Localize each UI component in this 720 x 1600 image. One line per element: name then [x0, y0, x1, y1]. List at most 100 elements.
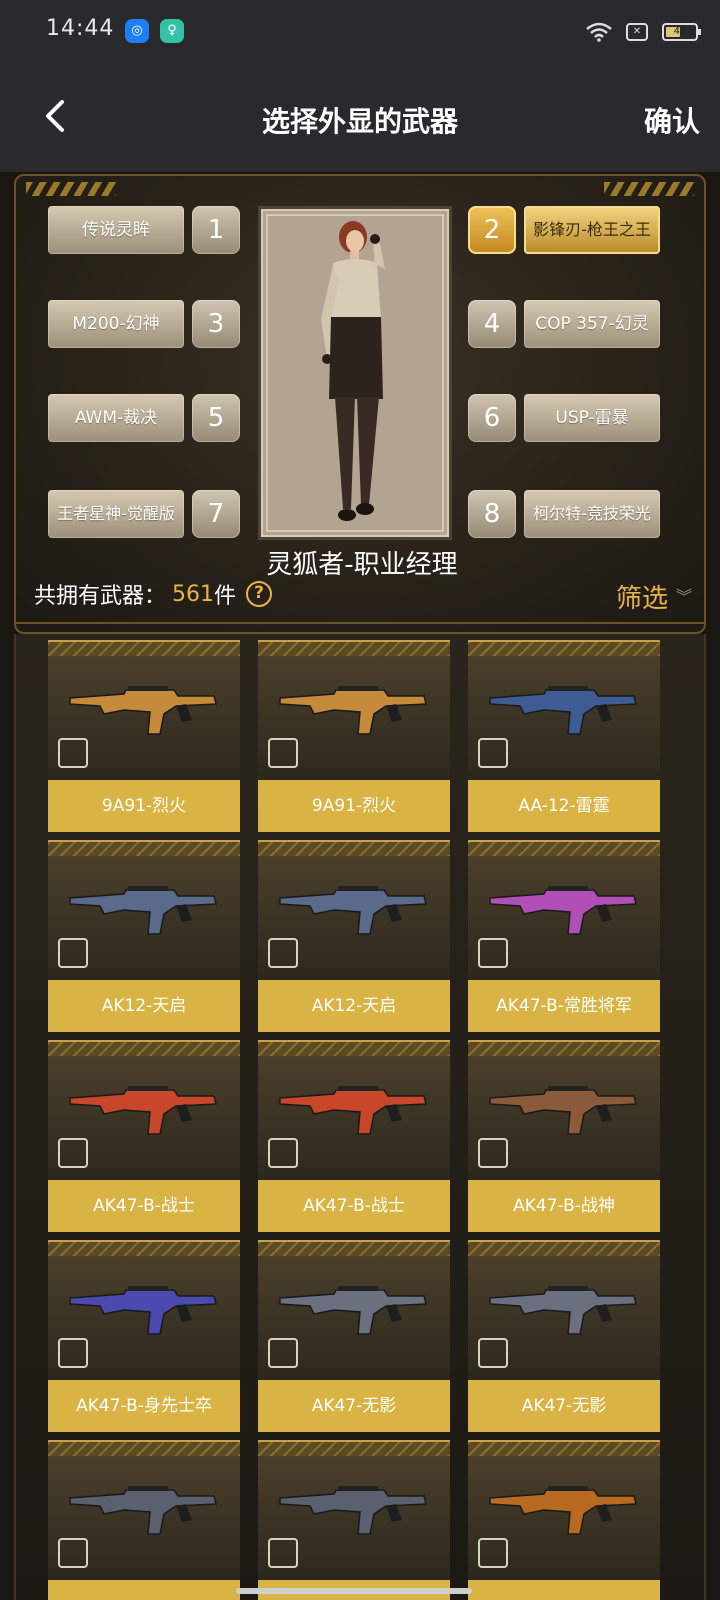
weapon-select-checkbox[interactable] — [58, 938, 88, 968]
weapon-name: AK47-B-常胜将军 — [468, 980, 660, 1032]
weapon-card[interactable]: 9A91-烈火 — [258, 640, 450, 832]
weapon-select-checkbox[interactable] — [268, 938, 298, 968]
status-right: ✕ 46 — [586, 19, 701, 45]
weapon-card[interactable]: AK47-无影 — [258, 1240, 450, 1432]
rifle-icon — [69, 1286, 217, 1335]
slot-4-number[interactable]: 4 — [468, 300, 516, 348]
slot-6-label[interactable]: USP-雷暴 — [524, 394, 660, 442]
weapon-card[interactable]: AK47-B-战士 — [258, 1040, 450, 1232]
panel-decoration — [26, 182, 116, 196]
weapon-select-checkbox[interactable] — [478, 938, 508, 968]
character-portrait — [258, 206, 452, 540]
weapon-name — [468, 1580, 660, 1600]
battery-level: 46 — [673, 26, 687, 37]
character-name: 灵狐者-职业经理 — [266, 550, 458, 580]
wifi-icon — [586, 22, 612, 42]
slot-7-number[interactable]: 7 — [192, 490, 240, 538]
weapon-name: AK47-B-战士 — [48, 1180, 240, 1232]
title-bar: 选择外显的武器 确认 — [0, 64, 720, 172]
weapon-count-value: 561 — [172, 581, 215, 607]
filter-label: 筛选 — [615, 584, 668, 614]
weapon-name — [48, 1580, 240, 1600]
weapon-card[interactable]: AK47-无影 — [468, 1240, 660, 1432]
rifle-icon — [489, 1086, 637, 1135]
weapon-select-checkbox[interactable] — [478, 1538, 508, 1568]
slot-6-number[interactable]: 6 — [468, 394, 516, 442]
rifle-icon — [279, 686, 427, 735]
app-notification-icon: ◎ — [125, 19, 149, 43]
slot-5-label[interactable]: AWM-裁决 — [48, 394, 184, 442]
status-bar: 14:44 ◎ ♀ ✕ 46 — [0, 0, 720, 64]
weapon-card[interactable]: AK47-B-常胜将军 — [468, 840, 660, 1032]
slot-8-label[interactable]: 柯尔特-竞技荣光 — [524, 490, 660, 538]
slot-1-label[interactable]: 传说灵眸 — [48, 206, 184, 254]
weapon-select-checkbox[interactable] — [268, 738, 298, 768]
weapon-count: 共拥有武器： 561 件 ? — [34, 578, 273, 610]
rifle-icon — [279, 1486, 427, 1535]
rifle-icon — [489, 886, 637, 935]
slot-4-label[interactable]: COP 357-幻灵 — [524, 300, 660, 348]
weapon-name: AA-12-雷霆 — [468, 780, 660, 832]
app-notification-icon-2: ♀ — [160, 19, 184, 43]
slot-5-number[interactable]: 5 — [192, 394, 240, 442]
weapon-select-checkbox[interactable] — [58, 1138, 88, 1168]
slot-2-label[interactable]: 影锋刃-枪王之王 — [524, 206, 660, 254]
weapon-card[interactable]: AK12-天启 — [258, 840, 450, 1032]
slot-2-number[interactable]: 2 — [468, 206, 516, 254]
slot-8-number[interactable]: 8 — [468, 490, 516, 538]
slot-7-label[interactable]: 王者星神-觉醒版 — [48, 490, 184, 538]
weapon-card[interactable] — [48, 1440, 240, 1600]
weapon-name: 9A91-烈火 — [258, 780, 450, 832]
weapon-name: AK47-B-战士 — [258, 1180, 450, 1232]
rifle-icon — [279, 1086, 427, 1135]
rifle-icon — [489, 686, 637, 735]
weapon-card[interactable] — [258, 1440, 450, 1600]
page-title: 选择外显的武器 — [261, 105, 458, 138]
weapon-card[interactable] — [468, 1440, 660, 1600]
weapon-select-checkbox[interactable] — [268, 1338, 298, 1368]
weapon-select-checkbox[interactable] — [58, 1338, 88, 1368]
slot-3-label[interactable]: M200-幻神 — [48, 300, 184, 348]
panel-decoration — [604, 182, 694, 196]
weapon-select-checkbox[interactable] — [478, 1338, 508, 1368]
weapon-name: AK12-天启 — [48, 980, 240, 1032]
weapon-name: 9A91-烈火 — [48, 780, 240, 832]
weapon-select-checkbox[interactable] — [478, 738, 508, 768]
confirm-button[interactable]: 确认 — [644, 100, 700, 140]
weapon-select-checkbox[interactable] — [478, 1138, 508, 1168]
weapon-select-checkbox[interactable] — [58, 738, 88, 768]
weapon-select-checkbox[interactable] — [58, 1538, 88, 1568]
weapon-name: AK47-无影 — [468, 1380, 660, 1432]
weapon-name: AK47-B-战神 — [468, 1180, 660, 1232]
weapon-count-label: 共拥有武器： — [34, 584, 167, 609]
rifle-icon — [69, 686, 217, 735]
slot-3-number[interactable]: 3 — [192, 300, 240, 348]
double-chevron-down-icon: ︾ — [675, 586, 692, 606]
weapon-count-unit: 件 — [214, 584, 237, 609]
loadout-panel: 传说灵眸 1 M200-幻神 3 AWM-裁决 5 王者星神-觉醒版 7 2 影… — [14, 174, 706, 634]
filter-button[interactable]: 筛选 ︾ — [616, 578, 692, 615]
weapon-card[interactable]: AK47-B-战神 — [468, 1040, 660, 1232]
weapon-name: AK47-无影 — [258, 1380, 450, 1432]
weapon-card[interactable]: AK47-B-身先士卒 — [48, 1240, 240, 1432]
weapon-card[interactable]: AK47-B-战士 — [48, 1040, 240, 1232]
help-icon[interactable]: ? — [246, 581, 273, 607]
home-indicator[interactable] — [236, 1588, 472, 1594]
rifle-icon — [489, 1486, 637, 1535]
weapon-card[interactable]: AK12-天启 — [48, 840, 240, 1032]
status-time: 14:44 — [46, 16, 115, 41]
character-figure — [266, 214, 444, 532]
weapon-select-checkbox[interactable] — [268, 1138, 298, 1168]
weapon-card[interactable]: AA-12-雷霆 — [468, 640, 660, 832]
weapon-name: AK47-B-身先士卒 — [48, 1380, 240, 1432]
sim-icon: ✕ — [626, 23, 648, 41]
weapon-grid: 9A91-烈火 9A91-烈火 AA-12-雷霆 AK12-天启 AK12-天启 AK47… — [14, 634, 706, 1600]
rifle-icon — [69, 1486, 217, 1535]
weapon-card[interactable]: 9A91-烈火 — [48, 640, 240, 832]
battery-icon: 46 — [662, 23, 701, 41]
weapon-select-checkbox[interactable] — [268, 1538, 298, 1568]
rifle-icon — [279, 886, 427, 935]
weapon-name: AK12-天启 — [258, 980, 450, 1032]
slot-1-number[interactable]: 1 — [192, 206, 240, 254]
rifle-icon — [279, 1286, 427, 1335]
